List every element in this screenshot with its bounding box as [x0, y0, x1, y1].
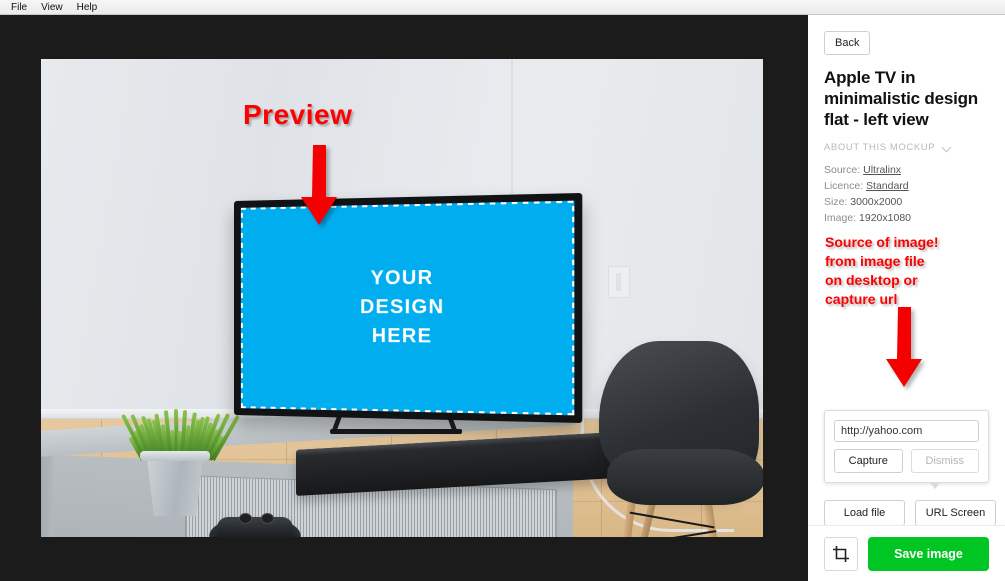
meta-row-source: Source: Ultralinx — [824, 162, 1002, 178]
mockup-photo[interactable]: YOUR DESIGN HERE — [41, 59, 763, 537]
menu-bar: File View Help — [0, 0, 1005, 15]
chair — [581, 341, 763, 537]
chevron-down-icon — [943, 143, 952, 152]
meta-row-licence: Licence: Standard — [824, 178, 1002, 194]
source-actions: Load file URL Screen — [824, 500, 996, 526]
note-line-1: Source of image! — [825, 233, 1000, 252]
meta-row-image: Image: 1920x1080 — [824, 210, 1002, 226]
source-note-annotation: Source of image! from image file on desk… — [825, 233, 1000, 309]
meta-key-size: Size: — [824, 196, 847, 208]
meta-key-licence: Licence: — [824, 180, 863, 192]
menu-item-file[interactable]: File — [4, 0, 34, 15]
meta-key-image: Image: — [824, 212, 856, 224]
panel-footer: Save image — [808, 525, 1005, 581]
source-note-arrow-down-icon — [884, 307, 924, 389]
about-this-mockup-toggle[interactable]: ABOUT THIS MOCKUP — [824, 142, 999, 153]
about-label: ABOUT THIS MOCKUP — [824, 142, 935, 153]
game-controller — [209, 511, 301, 537]
popover-tail — [929, 482, 941, 489]
capture-button[interactable]: Capture — [834, 449, 903, 473]
crop-button[interactable] — [824, 537, 858, 571]
tv-bezel: YOUR DESIGN HERE — [234, 193, 582, 423]
plant-pot-rim — [140, 451, 210, 461]
load-file-button[interactable]: Load file — [824, 500, 905, 526]
crop-icon — [832, 545, 850, 563]
dismiss-button[interactable]: Dismiss — [911, 449, 980, 473]
preview-annotation-label: Preview — [243, 99, 352, 131]
mockup-title: Apple TV in minimalistic design flat - l… — [824, 67, 994, 130]
meta-value-size: 3000x2000 — [850, 196, 902, 208]
mockup-metadata: Source: Ultralinx Licence: Standard Size… — [824, 162, 1002, 226]
note-line-2: from image file — [825, 252, 1000, 271]
wall-outlet — [608, 266, 630, 298]
back-button[interactable]: Back — [824, 31, 870, 55]
plant-pot — [144, 454, 206, 516]
note-line-3: on desktop or — [825, 271, 1000, 290]
app-window: File View Help Preview Back Apple TV in … — [0, 0, 1005, 581]
meta-value-source[interactable]: Ultralinx — [863, 164, 901, 176]
menu-item-view[interactable]: View — [34, 0, 70, 15]
meta-key-source: Source: — [824, 164, 860, 176]
preview-canvas[interactable]: YOUR DESIGN HERE Pr — [0, 15, 808, 581]
meta-value-licence[interactable]: Standard — [866, 180, 909, 192]
selection-marching-ants — [241, 201, 574, 416]
menu-item-help[interactable]: Help — [70, 0, 105, 15]
url-input[interactable] — [834, 420, 979, 442]
url-screen-button[interactable]: URL Screen — [915, 500, 996, 526]
preview-arrow-down-icon — [299, 145, 339, 227]
url-capture-popover: Capture Dismiss — [824, 410, 989, 483]
meta-row-size: Size: 3000x2000 — [824, 194, 1002, 210]
design-placeholder-screen[interactable]: YOUR DESIGN HERE — [241, 201, 574, 416]
meta-value-image: 1920x1080 — [859, 212, 911, 224]
save-image-button[interactable]: Save image — [868, 537, 989, 571]
tv-device: YOUR DESIGN HERE — [234, 201, 564, 456]
